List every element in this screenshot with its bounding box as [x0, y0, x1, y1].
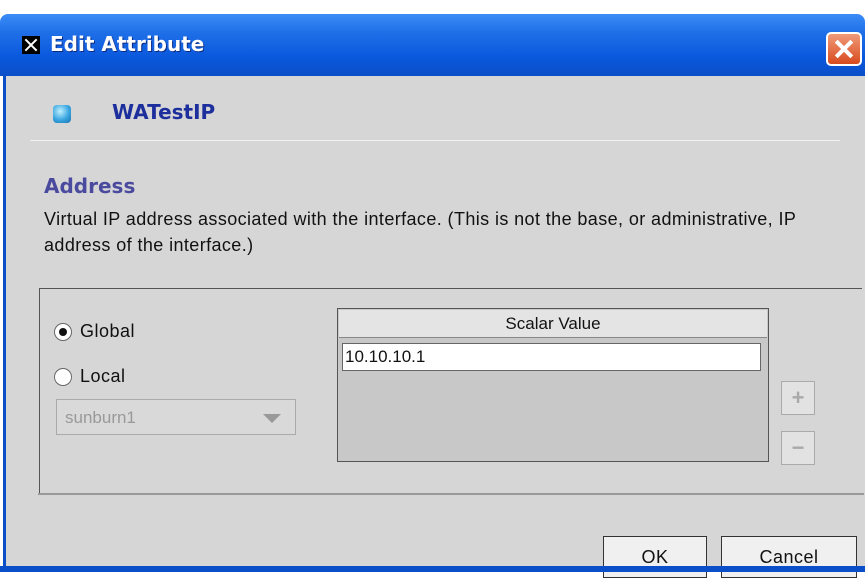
- host-select[interactable]: sunburn1: [56, 399, 296, 435]
- window-border-bottom: [0, 566, 865, 572]
- dialog-content: WATestIP Address Virtual IP address asso…: [3, 76, 865, 578]
- scalar-value-table: Scalar Value 10.10.10.1: [337, 308, 769, 462]
- local-label: Local: [80, 366, 126, 386]
- title-bar[interactable]: Edit Attribute: [0, 14, 865, 76]
- local-radio[interactable]: [54, 367, 72, 386]
- table-header-scalar-value[interactable]: Scalar Value: [339, 310, 767, 338]
- global-radio-option[interactable]: Global: [54, 321, 135, 342]
- close-icon[interactable]: [826, 32, 862, 66]
- separator: [30, 140, 840, 141]
- remove-value-button[interactable]: −: [781, 431, 815, 465]
- chevron-down-icon: [263, 414, 281, 423]
- attribute-name: Address: [44, 174, 136, 198]
- local-radio-option[interactable]: Local: [54, 366, 126, 387]
- table-cell-value[interactable]: 10.10.10.1: [342, 343, 761, 371]
- host-select-value: sunburn1: [65, 408, 136, 427]
- attribute-description: Virtual IP address associated with the i…: [44, 209, 796, 255]
- app-x-icon: [22, 36, 40, 54]
- cube-icon: [53, 105, 71, 123]
- window-title: Edit Attribute: [50, 32, 205, 56]
- object-name: WATestIP: [112, 100, 216, 124]
- add-value-button[interactable]: +: [781, 381, 815, 415]
- edit-attribute-dialog: Edit Attribute WATestIP Address Virtual …: [0, 0, 865, 578]
- global-label: Global: [80, 321, 136, 341]
- global-radio[interactable]: [54, 322, 72, 341]
